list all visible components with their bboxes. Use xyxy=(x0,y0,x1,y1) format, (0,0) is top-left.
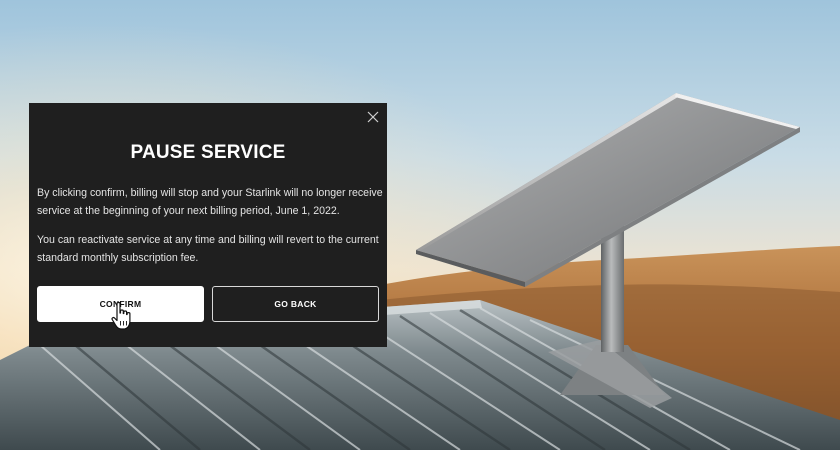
close-button[interactable] xyxy=(365,109,381,125)
close-icon xyxy=(367,111,379,123)
pause-service-dialog: PAUSE SERVICE By clicking confirm, billi… xyxy=(29,103,387,347)
go-back-button[interactable]: GO BACK xyxy=(212,286,379,322)
billing-stop-description: By clicking confirm, billing will stop a… xyxy=(37,187,383,217)
dialog-title: PAUSE SERVICE xyxy=(130,142,286,163)
reactivation-description: You can reactivate service at any time a… xyxy=(37,234,379,264)
hand-pointer-icon xyxy=(110,301,136,331)
